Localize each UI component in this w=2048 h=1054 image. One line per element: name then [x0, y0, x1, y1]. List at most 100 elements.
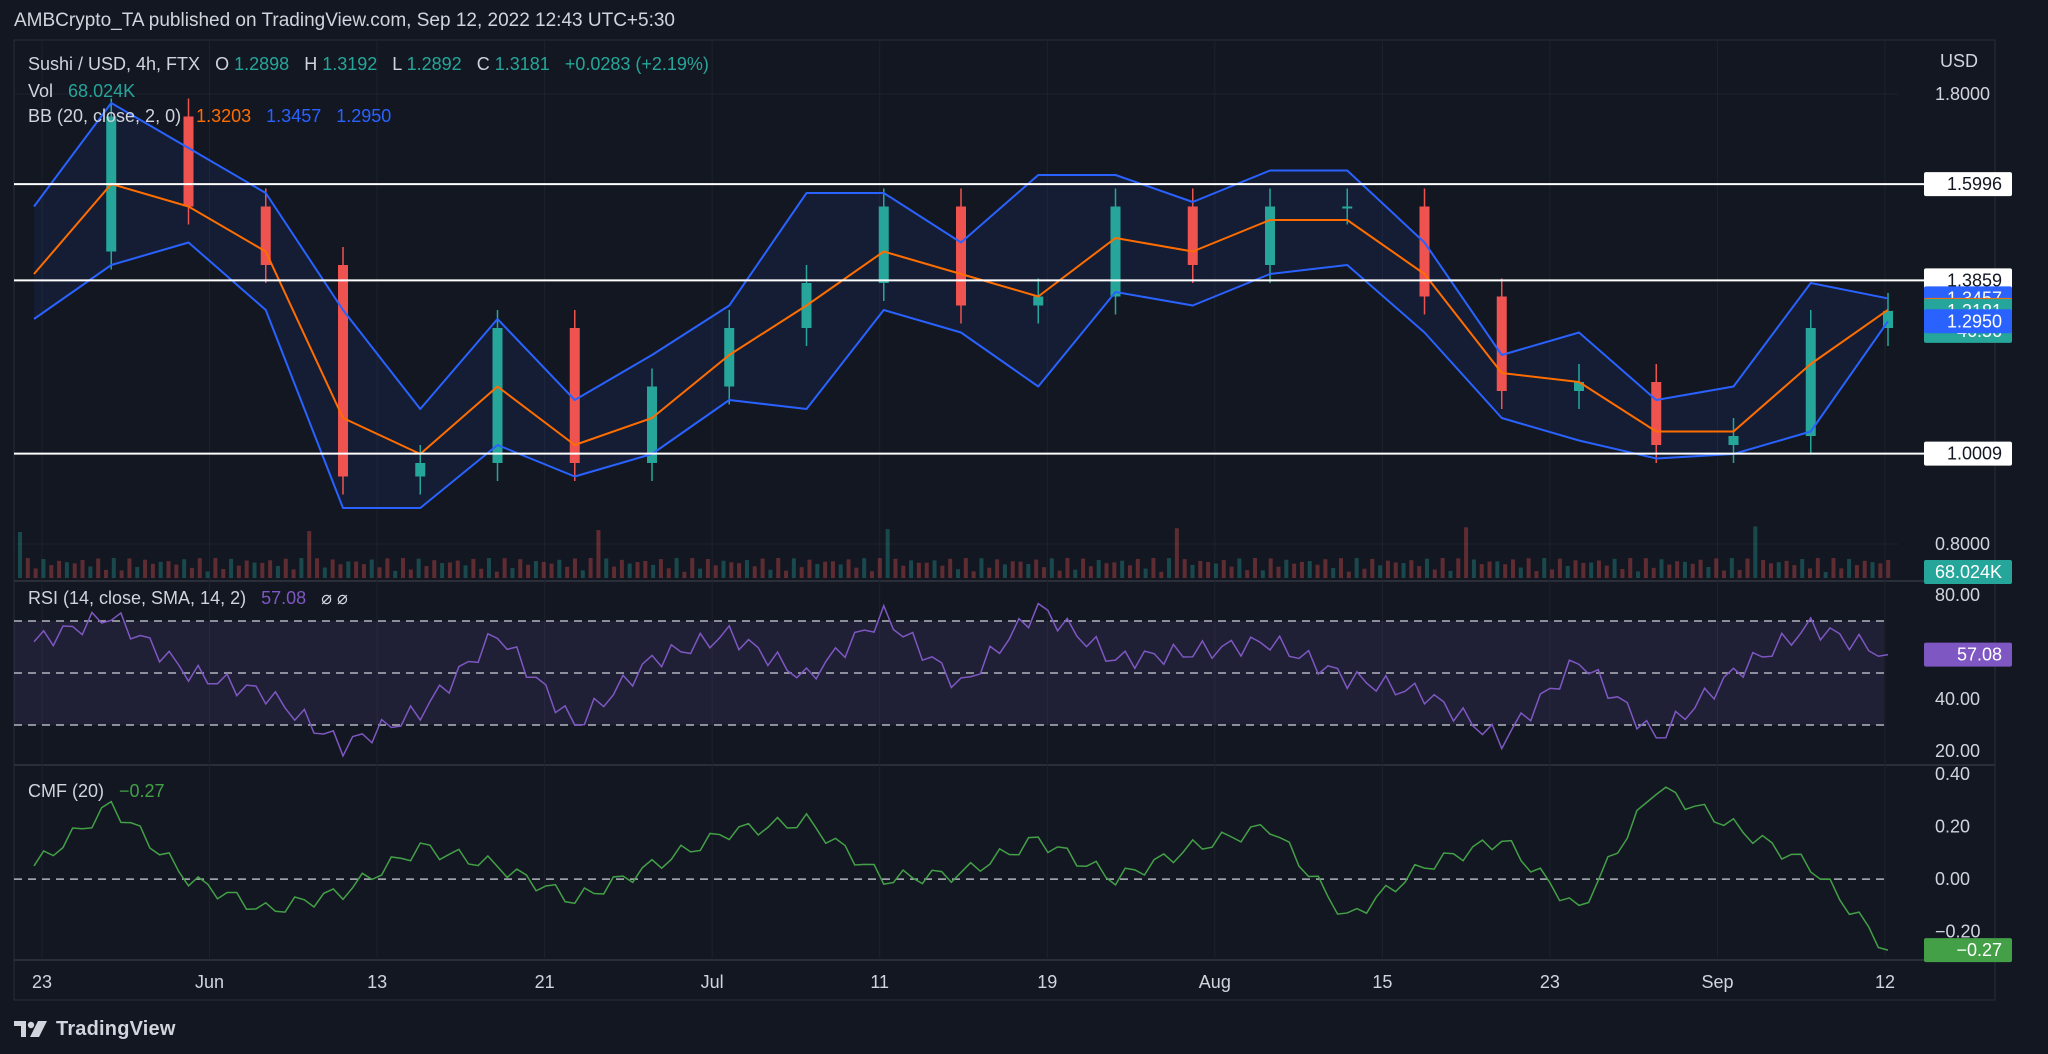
volume-bar — [588, 558, 593, 578]
volume-bar — [1573, 560, 1578, 578]
volume-bar — [64, 562, 69, 578]
price-badge-label: 1.5996 — [1947, 174, 2002, 194]
time-tick-label: 21 — [535, 972, 555, 992]
volume-bar — [1378, 565, 1383, 578]
volume-bar — [877, 558, 882, 578]
volume-bar — [901, 565, 906, 578]
price-pane[interactable] — [14, 98, 1925, 579]
rsi-pane[interactable] — [14, 602, 1889, 758]
volume-bar — [1307, 561, 1312, 578]
rsi-badge: 57.08 — [1924, 642, 2012, 667]
volume-bar — [330, 559, 335, 578]
volume-bar — [1847, 559, 1852, 578]
volume-bar — [1284, 559, 1289, 578]
volume-bar — [1065, 558, 1070, 578]
volume-bar — [1221, 559, 1226, 578]
candle-body — [1728, 436, 1739, 445]
volume-bar — [549, 563, 554, 578]
volume-bar — [1104, 563, 1109, 578]
volume-bar — [674, 558, 679, 578]
volume-bar — [1245, 570, 1250, 578]
volume-bar — [1550, 569, 1555, 578]
volume-bar — [111, 558, 116, 578]
volume-bar — [1667, 564, 1672, 578]
volume-bar — [1565, 565, 1570, 578]
symbol-label: Sushi / USD, 4h, FTX — [28, 54, 200, 74]
candle-body — [1265, 206, 1275, 265]
volume-bar — [150, 563, 155, 578]
volume-bar — [487, 558, 491, 578]
volume-bar — [1393, 562, 1398, 578]
volume-bar — [244, 560, 249, 578]
volume-bar — [166, 561, 171, 578]
volume-bar — [1581, 562, 1586, 578]
price-badge: 1.2950 — [1924, 309, 2012, 334]
bb-label: BB (20, close, 2, 0) — [28, 106, 181, 126]
volume-bar — [846, 559, 851, 578]
cmf-label: CMF (20) — [28, 781, 104, 801]
volume-bar — [1722, 570, 1727, 578]
grid-lines — [14, 40, 1898, 958]
volume-bar — [1081, 558, 1086, 578]
volume-bar — [666, 568, 671, 578]
volume-bar — [1370, 558, 1375, 578]
volume-bar — [1870, 562, 1875, 578]
volume-bar — [713, 565, 718, 578]
volume-bar — [189, 567, 194, 578]
close-value: 1.3181 — [495, 54, 550, 74]
candle-body — [1805, 328, 1816, 436]
volume-bar — [1425, 558, 1429, 578]
candle-body — [492, 328, 503, 463]
volume-bar — [916, 562, 921, 578]
volume-bar — [1182, 559, 1187, 578]
open-value: 1.2898 — [234, 54, 289, 74]
volume-bar — [752, 566, 757, 578]
volume-bar — [72, 563, 77, 578]
volume-bar — [307, 531, 312, 578]
volume-bar — [1323, 559, 1328, 578]
rsi-tick-label: 20.00 — [1935, 741, 1980, 761]
time-tick-label: Jun — [195, 972, 224, 992]
volume-bar — [479, 568, 484, 578]
volume-bar — [1542, 558, 1547, 578]
volume-bar — [948, 558, 953, 578]
volume-bar — [862, 558, 867, 578]
volume-bar — [268, 560, 273, 578]
candle-body — [260, 206, 271, 265]
volume-bar — [979, 558, 984, 578]
volume-bar — [1010, 561, 1015, 578]
volume-bar — [447, 562, 452, 578]
chart-canvas[interactable]: 1.8000 0.8000 80.00 40.00 20.00 0.40 0.20 0.00 −… — [0, 0, 2048, 1054]
volume-bar — [760, 558, 765, 578]
volume-bar — [963, 558, 968, 578]
volume-bar — [885, 529, 890, 578]
volume-bar — [784, 570, 789, 578]
volume-bar — [322, 567, 327, 578]
volume-bar — [96, 558, 101, 578]
volume-bar — [283, 558, 288, 578]
volume-bar — [1237, 558, 1242, 578]
volume-bar — [744, 560, 749, 578]
cmf-pane[interactable] — [14, 786, 1889, 951]
volume-bar — [635, 562, 640, 578]
tradingview-logo-icon — [14, 1021, 47, 1037]
volume-bar — [1159, 571, 1164, 578]
high-label: H — [304, 54, 317, 74]
volume-bar — [1518, 567, 1523, 578]
volume-bar — [893, 558, 898, 578]
brand-name: TradingView — [56, 1017, 176, 1040]
volume-bar — [315, 558, 320, 578]
price-badge-label: 1.2950 — [1947, 311, 2002, 331]
volume-bar — [721, 560, 726, 578]
volume-bar — [807, 559, 812, 578]
volume-bar — [440, 563, 445, 578]
candle-body — [1110, 206, 1121, 297]
volume-bar — [729, 562, 734, 578]
volume-bar — [1557, 558, 1562, 578]
volume-bar — [698, 568, 703, 578]
time-tick-label: 19 — [1037, 972, 1057, 992]
footer[interactable]: TradingView — [14, 1014, 176, 1044]
volume-bar — [197, 558, 202, 578]
volume-bar — [1862, 560, 1867, 578]
volume-bar — [870, 571, 875, 578]
